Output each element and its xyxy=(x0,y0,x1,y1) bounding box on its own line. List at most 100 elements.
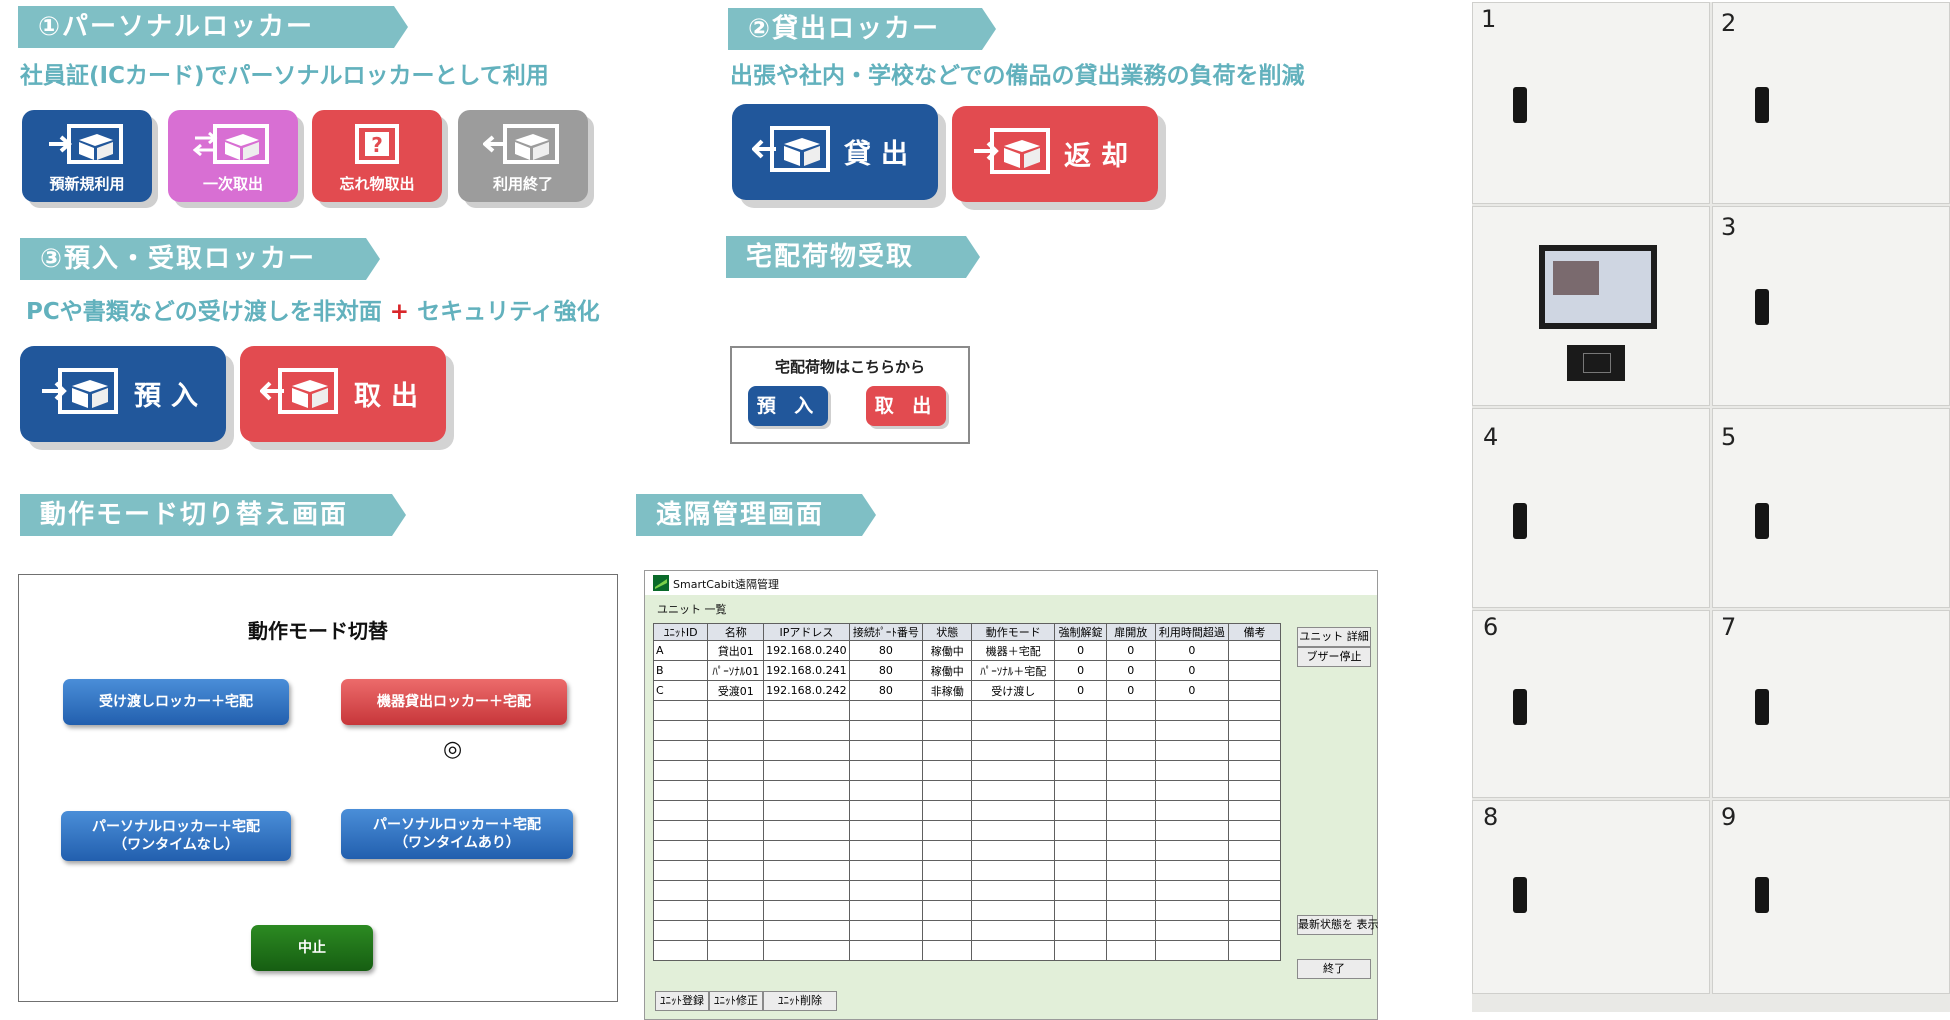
table-row[interactable] xyxy=(652,860,1281,881)
table-cell xyxy=(652,860,709,881)
lend-button[interactable]: 貸出 xyxy=(732,104,938,200)
table-row[interactable] xyxy=(652,920,1281,941)
col-notes[interactable]: 備考 xyxy=(1228,623,1281,641)
mode-cancel-button[interactable]: 中止 xyxy=(251,925,373,971)
unit-register-button[interactable]: ﾕﾆｯﾄ登録 xyxy=(655,991,709,1011)
table-cell: 貸出01 xyxy=(707,640,765,661)
touch-screen xyxy=(1539,245,1657,329)
unit-edit-button[interactable]: ﾕﾆｯﾄ修正 xyxy=(709,991,763,1011)
table-cell xyxy=(848,720,924,741)
table-cell xyxy=(763,780,850,801)
table-cell: 0 xyxy=(1154,680,1230,701)
delivery-takeout-button[interactable]: 取 出 xyxy=(866,386,946,426)
table-cell xyxy=(707,900,765,921)
refresh-status-button[interactable]: 最新状態を 表示 xyxy=(1297,915,1379,935)
table-cell: ﾊﾟｰｿﾅﾙ＋宅配 xyxy=(971,660,1056,681)
takeout-button[interactable]: 取出 xyxy=(240,346,446,442)
table-cell xyxy=(1054,940,1107,961)
table-cell xyxy=(1105,940,1156,961)
delivery-deposit-button[interactable]: 預 入 xyxy=(748,386,828,426)
col-forced-unlock[interactable]: 強制解錠 xyxy=(1054,623,1107,641)
col-unit-id[interactable]: ﾕﾆｯﾄID xyxy=(652,623,709,641)
table-cell xyxy=(922,800,973,821)
table-cell xyxy=(848,760,924,781)
col-ip-address[interactable]: IPアドレス xyxy=(763,623,850,641)
table-cell xyxy=(1228,820,1281,841)
locker-number-7: 7 xyxy=(1721,613,1737,641)
table-cell xyxy=(848,840,924,861)
table-cell xyxy=(848,920,924,941)
table-cell xyxy=(763,880,850,901)
col-overtime[interactable]: 利用時間超過 xyxy=(1154,623,1230,641)
exit-button[interactable]: 終了 xyxy=(1297,959,1371,979)
delivery-panel-title: 宅配荷物はこちらから xyxy=(774,358,925,376)
delivery-panel: 宅配荷物はこちらから 預 入 取 出 xyxy=(730,346,970,444)
mode-cancel-label: 中止 xyxy=(298,940,326,956)
table-row[interactable]: B ﾊﾟｰｿﾅﾙ01 192.168.0.241 80 稼働中 ﾊﾟｰｿﾅﾙ＋宅配 0 0 0 xyxy=(652,660,1281,681)
locker-cabinet-photo: 1 2 3 4 5 6 7 8 9 xyxy=(1472,2,1950,1012)
table-row[interactable]: A 貸出01 192.168.0.240 80 稼働中 機器＋宅配 0 0 0 xyxy=(652,640,1281,661)
table-cell xyxy=(971,880,1056,901)
mode-handover-delivery-button[interactable]: 受け渡しロッカー＋宅配 xyxy=(63,679,289,725)
col-mode[interactable]: 動作モード xyxy=(971,623,1056,641)
table-cell xyxy=(652,840,709,861)
table-cell: B xyxy=(652,660,709,681)
mode-lending-delivery-button[interactable]: 機器貸出ロッカー＋宅配 xyxy=(341,679,567,725)
table-row[interactable] xyxy=(652,740,1281,761)
mode-personal-onetime-button[interactable]: パーソナルロッカー＋宅配 （ワンタイムあり） xyxy=(341,809,573,859)
unit-delete-button[interactable]: ﾕﾆｯﾄ削除 xyxy=(763,991,837,1011)
table-cell xyxy=(1105,760,1156,781)
table-cell xyxy=(1054,880,1107,901)
table-row[interactable] xyxy=(652,800,1281,821)
new-deposit-button[interactable]: 預新規利用 xyxy=(22,110,152,202)
locker-number-2: 2 xyxy=(1721,9,1737,37)
table-cell xyxy=(922,780,973,801)
table-row[interactable] xyxy=(652,840,1281,861)
table-cell xyxy=(971,760,1056,781)
locker-door-7: 7 xyxy=(1712,610,1950,798)
table-cell xyxy=(1154,860,1230,881)
table-cell xyxy=(848,740,924,761)
table-cell xyxy=(707,880,765,901)
end-use-button[interactable]: 利用終了 xyxy=(458,110,588,202)
table-row[interactable] xyxy=(652,700,1281,721)
unit-detail-button[interactable]: ユニット 詳細 xyxy=(1297,627,1371,647)
table-cell: 80 xyxy=(848,640,924,661)
box-exchange-icon xyxy=(193,124,269,164)
table-cell xyxy=(1228,800,1281,821)
table-cell: ﾊﾟｰｿﾅﾙ01 xyxy=(707,660,765,681)
col-door-open[interactable]: 扉開放 xyxy=(1105,623,1156,641)
col-status[interactable]: 状態 xyxy=(922,623,973,641)
table-cell xyxy=(1154,840,1230,861)
section-subtitle-lending-locker: 出張や社内・学校などでの備品の貸出業務の負荷を削減 xyxy=(730,63,1305,89)
table-row[interactable] xyxy=(652,780,1281,801)
table-row[interactable] xyxy=(652,940,1281,961)
locker-lock-9 xyxy=(1755,877,1769,913)
locker-door-8: 8 xyxy=(1472,800,1710,994)
table-cell xyxy=(1105,780,1156,801)
table-cell xyxy=(971,800,1056,821)
table-row[interactable] xyxy=(652,880,1281,901)
table-cell xyxy=(652,820,709,841)
table-cell xyxy=(652,800,709,821)
table-cell xyxy=(848,900,924,921)
col-port[interactable]: 接続ﾎﾟｰﾄ番号 xyxy=(848,623,924,641)
locker-lock-8 xyxy=(1513,877,1527,913)
table-cell xyxy=(763,940,850,961)
table-cell xyxy=(848,880,924,901)
table-cell xyxy=(922,740,973,761)
table-row[interactable] xyxy=(652,760,1281,781)
temporary-takeout-button[interactable]: 一次取出 xyxy=(168,110,298,202)
deposit-button[interactable]: 預入 xyxy=(20,346,226,442)
lost-item-takeout-button[interactable]: ? 忘れ物取出 xyxy=(312,110,442,202)
return-button[interactable]: 返却 xyxy=(952,106,1158,202)
mode-personal-no-onetime-button[interactable]: パーソナルロッカー＋宅配 （ワンタイムなし） xyxy=(61,811,291,861)
table-row[interactable] xyxy=(652,900,1281,921)
table-row[interactable] xyxy=(652,820,1281,841)
table-cell xyxy=(1054,900,1107,921)
col-name[interactable]: 名称 xyxy=(707,623,765,641)
table-cell xyxy=(922,720,973,741)
table-row[interactable]: C 受渡01 192.168.0.242 80 非稼働 受け渡し 0 0 0 xyxy=(652,680,1281,701)
buzzer-stop-button[interactable]: ブザー停止 xyxy=(1297,647,1371,667)
table-row[interactable] xyxy=(652,720,1281,741)
